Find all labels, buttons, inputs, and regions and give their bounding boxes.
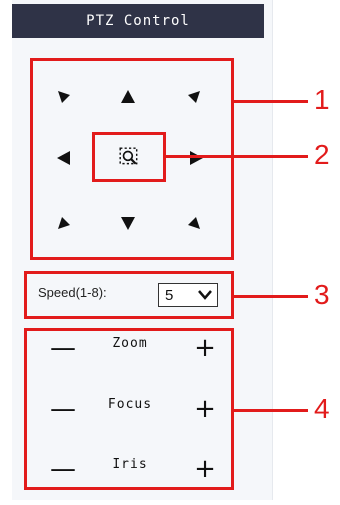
callout-line-3 [234,295,308,298]
callout-line-2 [166,155,308,158]
callout-box-3 [24,271,234,319]
callout-number-2: 2 [314,139,330,170]
callout-number-3: 3 [314,279,330,310]
callout-number-1: 1 [314,84,330,115]
callout-box-2 [92,132,166,182]
callout-line-1 [234,100,308,103]
callout-number-4: 4 [314,393,330,424]
callout-line-4 [234,409,308,412]
callout-box-4 [24,328,234,490]
panel-title: PTZ Control [12,4,264,38]
